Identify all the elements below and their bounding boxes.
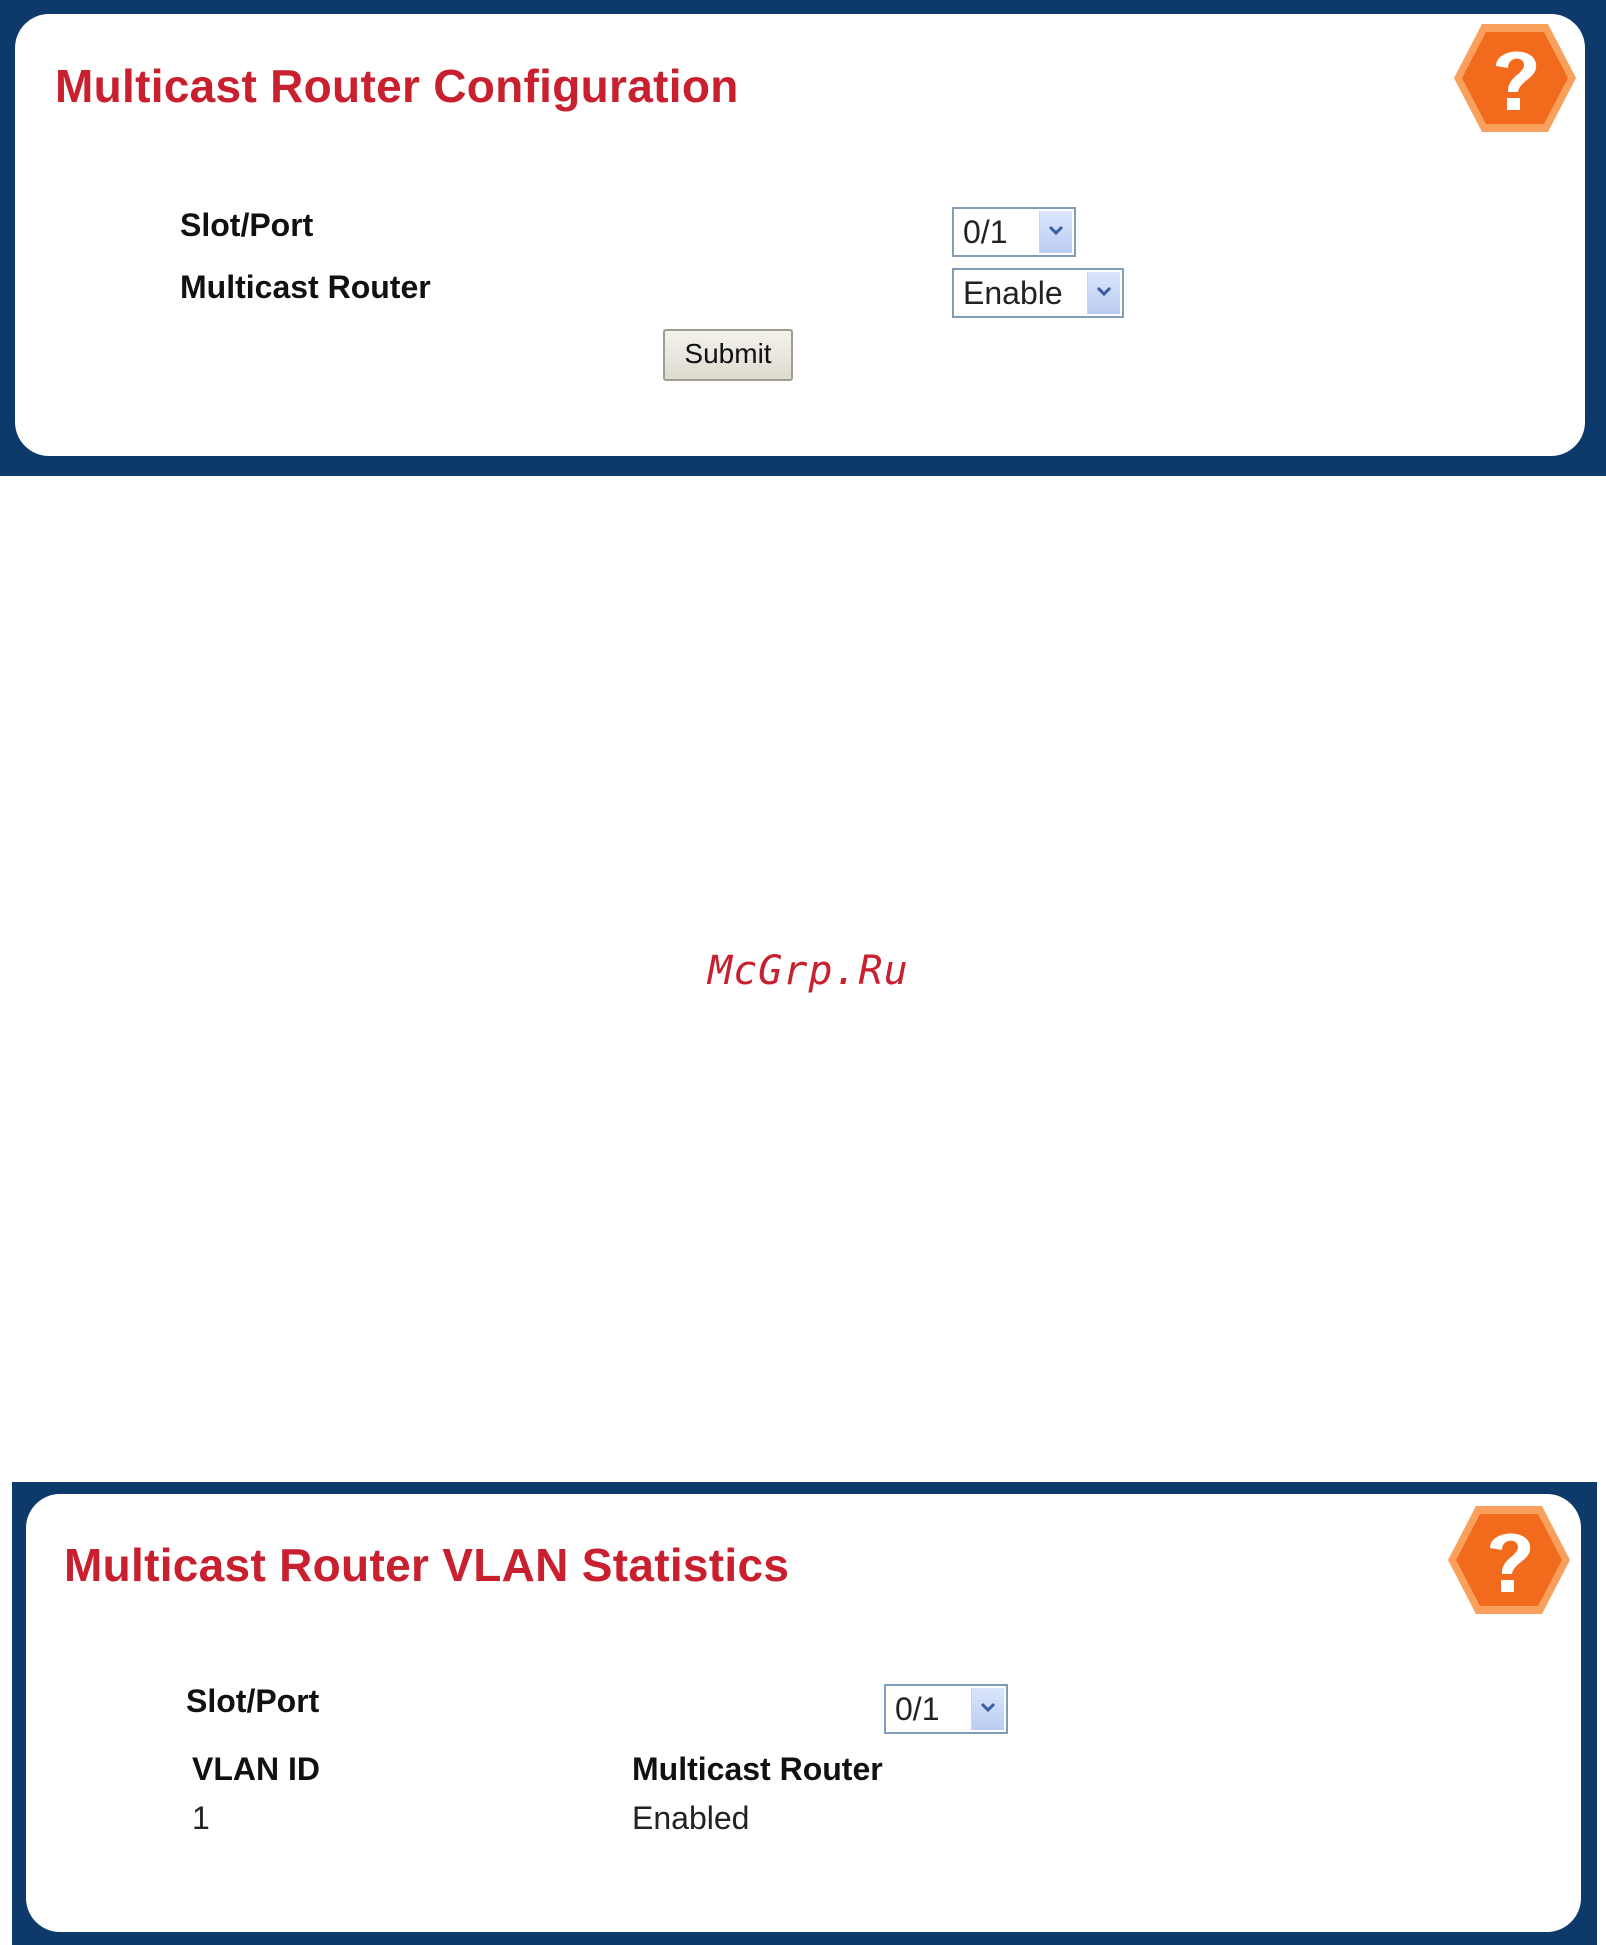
submit-button[interactable]: Submit <box>663 329 793 381</box>
slot-port-select[interactable]: 0/1 <box>952 207 1076 257</box>
watermark: McGrp.Ru <box>708 948 909 994</box>
multicast-router-select-value: Enable <box>963 275 1063 311</box>
slot-port-label: Slot/Port <box>186 1683 320 1719</box>
chevron-down-icon[interactable] <box>1039 211 1072 253</box>
table-cell-multicast-router: Enabled <box>632 1800 750 1836</box>
table-cell-vlan-id: 1 <box>192 1800 210 1836</box>
multicast-router-label: Multicast Router <box>180 269 431 305</box>
slot-port-label: Slot/Port <box>180 207 314 243</box>
column-header-multicast-router: Multicast Router <box>632 1751 883 1787</box>
page-title: Multicast Router VLAN Statistics <box>64 1539 790 1591</box>
page-title: Multicast Router Configuration <box>55 60 739 112</box>
multicast-router-select[interactable]: Enable <box>952 268 1124 318</box>
chevron-down-icon[interactable] <box>971 1688 1004 1730</box>
slot-port-select-value: 0/1 <box>895 1691 940 1727</box>
stats-panel: Multicast Router VLAN Statistics Slot/Po… <box>26 1494 1581 1932</box>
help-icon[interactable] <box>1452 22 1578 134</box>
stats-panel-frame: Multicast Router VLAN Statistics Slot/Po… <box>12 1482 1597 1945</box>
help-icon[interactable] <box>1446 1504 1572 1616</box>
config-panel: Multicast Router Configuration Slot/Port… <box>15 14 1585 456</box>
config-panel-frame: Multicast Router Configuration Slot/Port… <box>0 0 1606 476</box>
slot-port-select-value: 0/1 <box>963 214 1008 250</box>
chevron-down-icon[interactable] <box>1087 272 1120 314</box>
slot-port-select[interactable]: 0/1 <box>884 1684 1008 1734</box>
column-header-vlan-id: VLAN ID <box>192 1751 320 1787</box>
